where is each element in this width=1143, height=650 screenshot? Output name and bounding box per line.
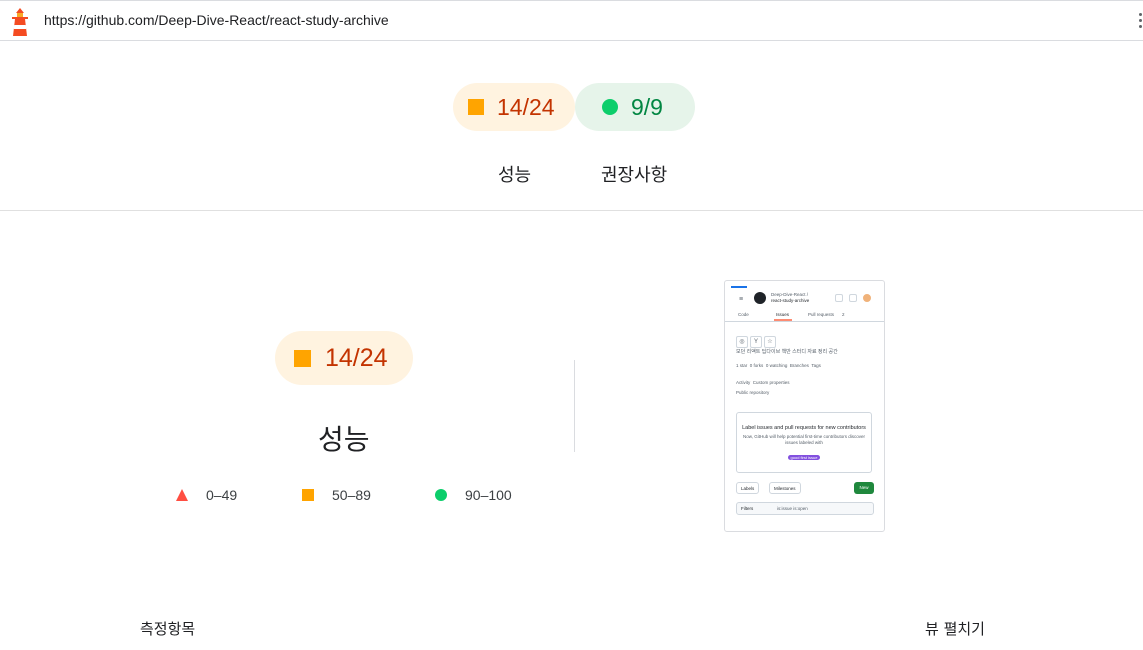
hamburger-icon: ≡ [739, 296, 744, 303]
fail-triangle-icon [176, 489, 188, 501]
best-practices-score: 9/9 [631, 93, 663, 120]
pass-circle-icon [435, 489, 447, 501]
performance-gauge[interactable]: 14/24 [453, 83, 575, 131]
best-practices-label[interactable]: 권장사항 [601, 161, 667, 187]
address-bar: https://github.com/Deep-Dive-React/react… [0, 0, 1143, 41]
legend-range: 0–49 [206, 487, 238, 503]
inbox-icon [849, 294, 857, 302]
category-score-gauge: 14/24 [275, 331, 413, 385]
average-square-icon [294, 349, 311, 367]
search-icon [835, 294, 843, 302]
progress-line [731, 286, 747, 288]
repo-tabs: Code Issues Pull requests 2 [725, 309, 884, 322]
vertical-divider [574, 360, 575, 452]
performance-label[interactable]: 성능 [498, 161, 531, 187]
lighthouse-icon [12, 8, 28, 36]
category-score: 14/24 [325, 343, 388, 372]
metrics-heading: 측정항목 [140, 620, 196, 638]
legend-average: 50–89 [302, 485, 371, 505]
expand-view-toggle[interactable]: 뷰 펼치기 [925, 618, 985, 639]
url-text[interactable]: https://github.com/Deep-Dive-React/react… [44, 12, 389, 28]
github-logo-icon [754, 292, 766, 304]
legend-fail: 0–49 [176, 485, 237, 505]
performance-score: 14/24 [497, 93, 555, 120]
more-menu-icon[interactable] [1137, 13, 1143, 31]
best-practices-gauge[interactable]: 9/9 [575, 83, 695, 131]
average-square-icon [302, 489, 314, 501]
repo-description: 모던 리액트 딥다이브 책반 스터디 자료 정리 공간 [736, 349, 838, 355]
legend-range: 90–100 [465, 487, 512, 503]
repo-visibility: Public repository [736, 390, 770, 395]
repo-meta: Activity Custom properties [736, 380, 790, 385]
category-title: 성능 [318, 423, 370, 456]
legend-pass: 90–100 [435, 485, 512, 505]
repo-action-buttons: ◎ Y ☆ [736, 330, 778, 348]
repo-title: Deep-Dive-React / react-study-archive [771, 292, 810, 303]
divider [0, 210, 1143, 211]
legend-range: 50–89 [332, 487, 371, 503]
final-screenshot[interactable]: ≡ Deep-Dive-React / react-study-archive … [724, 280, 885, 532]
average-square-icon [468, 99, 484, 115]
contributor-card: Label issues and pull requests for new c… [736, 412, 872, 473]
issues-filter: Filters is:issue is:open [736, 502, 874, 515]
avatar [863, 294, 871, 302]
issues-toolbar: Labels Milestones New [736, 482, 874, 496]
repo-stats: 1 star 0 forks 0 watching Branches Tags [736, 363, 821, 368]
pass-circle-icon [602, 99, 618, 115]
